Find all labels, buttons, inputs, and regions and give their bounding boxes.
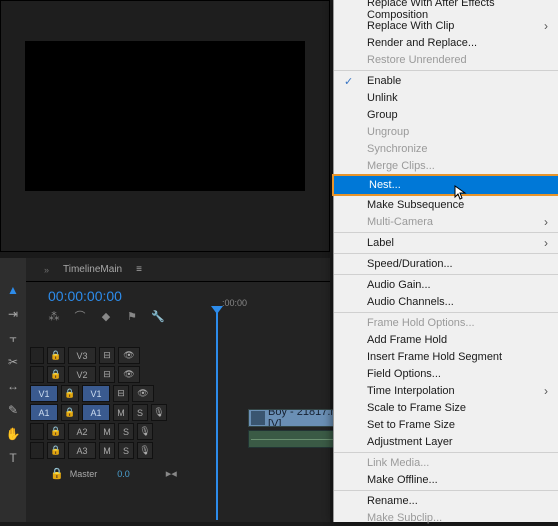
menu-audio-gain[interactable]: Audio Gain... (334, 274, 558, 293)
ripple-tool[interactable]: ⫟ (5, 330, 21, 346)
mic-icon[interactable]: 🎙 (151, 404, 167, 421)
menu-make-subsequence[interactable]: Make Subsequence (334, 196, 558, 213)
menu-make-subclip: Make Subclip... (334, 509, 558, 526)
slip-tool[interactable]: ↔ (5, 378, 21, 394)
menu-scale-to-frame[interactable]: Scale to Frame Size (334, 399, 558, 416)
snap-icon[interactable]: ⁂ (48, 310, 60, 322)
menu-restore-unrendered: Restore Unrendered (334, 51, 558, 68)
menu-insert-frame-hold[interactable]: Insert Frame Hold Segment (334, 348, 558, 365)
razor-tool[interactable]: ✂ (5, 354, 21, 370)
tab-arrow-icon: » (44, 265, 49, 275)
toggle-output-icon[interactable]: ⊟ (113, 385, 129, 402)
menu-merge-clips: Merge Clips... (334, 157, 558, 174)
lock-icon[interactable]: 🔒 (47, 442, 65, 459)
clip-thumbnail (251, 411, 265, 425)
menu-nest[interactable]: Nest... (332, 174, 558, 196)
menu-replace-clip[interactable]: Replace With Clip (334, 17, 558, 34)
menu-enable[interactable]: Enable (334, 70, 558, 89)
track-v3[interactable]: 🔒V3⊟👁 (30, 346, 330, 365)
menu-render-replace[interactable]: Render and Replace... (334, 34, 558, 51)
menu-speed-duration[interactable]: Speed/Duration... (334, 253, 558, 272)
menu-make-offline[interactable]: Make Offline... (334, 471, 558, 488)
menu-frame-hold-options: Frame Hold Options... (334, 312, 558, 331)
ruler-label: :00:00 (222, 298, 247, 308)
hand-tool[interactable]: ✋ (5, 426, 21, 442)
menu-label[interactable]: Label (334, 232, 558, 251)
time-ruler[interactable]: :00:00 (214, 298, 334, 312)
menu-field-options[interactable]: Field Options... (334, 365, 558, 382)
type-tool[interactable]: T (5, 450, 21, 466)
toggle-output-icon[interactable]: ⊟ (99, 366, 115, 383)
lock-icon[interactable]: 🔒 (47, 423, 65, 440)
menu-adjustment-layer[interactable]: Adjustment Layer (334, 433, 558, 450)
menu-synchronize: Synchronize (334, 140, 558, 157)
lock-icon[interactable]: 🔒 (50, 467, 64, 480)
menu-replace-ae[interactable]: Replace With After Effects Composition (334, 0, 558, 17)
timeline-tab[interactable]: TimelineMain (55, 260, 130, 279)
settings-icon[interactable]: ⚑ (126, 310, 138, 322)
pen-tool[interactable]: ✎ (5, 402, 21, 418)
mouse-cursor-icon (454, 185, 468, 201)
eye-icon[interactable]: 👁 (118, 366, 140, 383)
track-v1[interactable]: V1🔒V1⊟👁 (30, 384, 330, 403)
menu-rename[interactable]: Rename... (334, 490, 558, 509)
preview-panel (0, 0, 330, 252)
menu-set-to-frame[interactable]: Set to Frame Size (334, 416, 558, 433)
toggle-output-icon[interactable]: ⊟ (99, 347, 115, 364)
selection-tool[interactable]: ▲ (5, 282, 21, 298)
menu-time-interpolation[interactable]: Time Interpolation (334, 382, 558, 399)
lock-icon[interactable]: 🔒 (47, 366, 65, 383)
menu-link-media: Link Media... (334, 452, 558, 471)
lock-icon[interactable]: 🔒 (61, 404, 79, 421)
tool-palette: ▲ ⇥ ⫟ ✂ ↔ ✎ ✋ T (0, 258, 26, 522)
menu-audio-channels[interactable]: Audio Channels... (334, 293, 558, 310)
link-icon[interactable]: ⌒ (74, 310, 86, 322)
collapse-icon[interactable]: ▸◂ (166, 467, 177, 480)
context-menu: Replace With After Effects Composition R… (333, 0, 558, 522)
eye-icon[interactable]: 👁 (118, 347, 140, 364)
master-track[interactable]: 🔒 Master 0.0 ▸◂ (30, 464, 330, 483)
track-headers: 🔒V3⊟👁 🔒V2⊟👁 V1🔒V1⊟👁 A1🔒A1MS🎙 🔒A2MS🎙 🔒A3M… (30, 346, 330, 483)
mic-icon[interactable]: 🎙 (137, 423, 153, 440)
menu-group[interactable]: Group (334, 106, 558, 123)
mic-icon[interactable]: 🎙 (137, 442, 153, 459)
program-monitor (25, 41, 305, 191)
panel-menu-icon[interactable]: ≡ (136, 264, 142, 275)
menu-multi-camera: Multi-Camera (334, 213, 558, 230)
menu-add-frame-hold[interactable]: Add Frame Hold (334, 331, 558, 348)
menu-ungroup: Ungroup (334, 123, 558, 140)
lock-icon[interactable]: 🔒 (47, 347, 65, 364)
timeline-tab-bar: » TimelineMain ≡ (0, 258, 330, 282)
menu-unlink[interactable]: Unlink (334, 89, 558, 106)
eye-icon[interactable]: 👁 (132, 385, 154, 402)
lock-icon[interactable]: 🔒 (61, 385, 79, 402)
wrench-icon[interactable]: 🔧 (152, 310, 164, 322)
track-select-tool[interactable]: ⇥ (5, 306, 21, 322)
track-v2[interactable]: 🔒V2⊟👁 (30, 365, 330, 384)
marker-icon[interactable]: ◆ (100, 310, 112, 322)
